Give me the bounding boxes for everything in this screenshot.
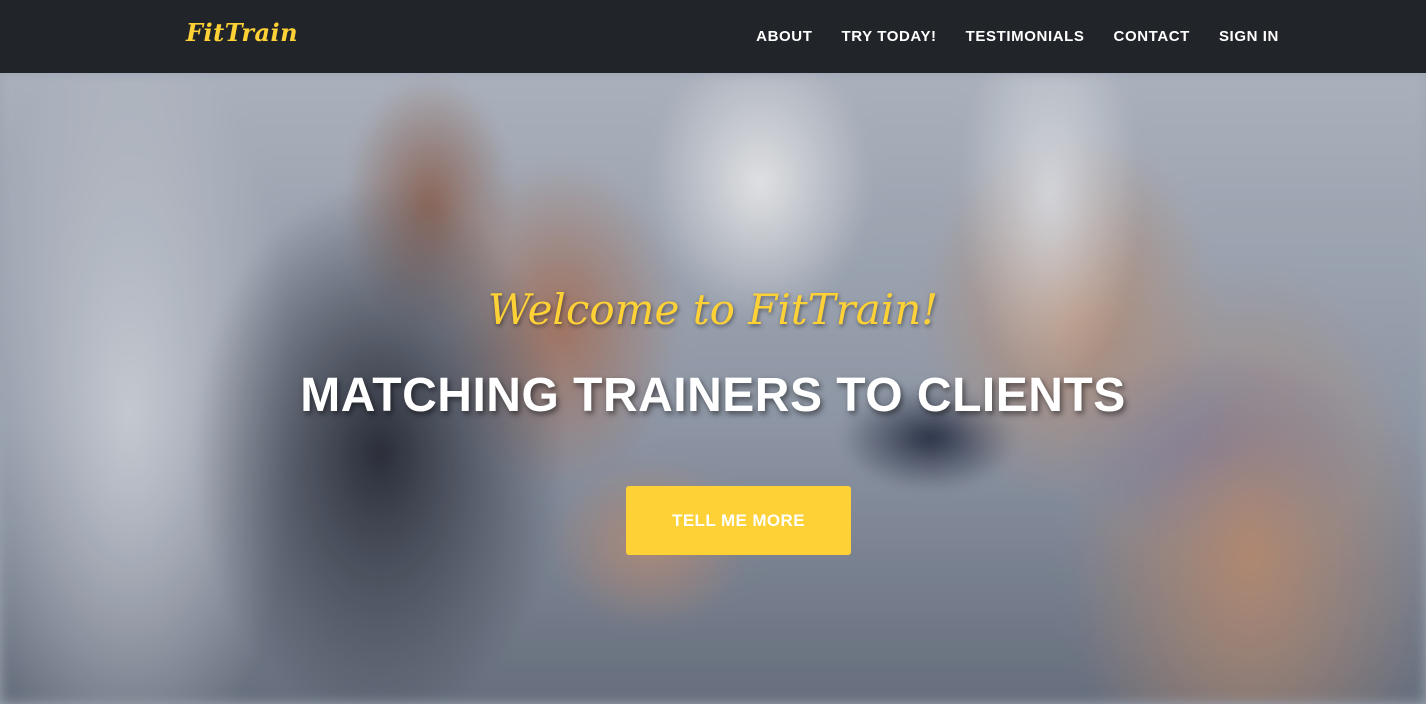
nav-link-about[interactable]: ABOUT	[742, 28, 827, 45]
nav-link-try-today[interactable]: TRY TODAY!	[827, 28, 951, 45]
nav-menu: ABOUT TRY TODAY! TESTIMONIALS CONTACT SI…	[742, 0, 1279, 73]
hero-heading: MATCHING TRAINERS TO CLIENTS	[300, 369, 1126, 422]
tell-me-more-button[interactable]: TELL ME MORE	[626, 486, 851, 555]
nav-item-testimonials: TESTIMONIALS	[951, 28, 1099, 45]
hero-lead-in: Welcome to FitTrain!	[487, 285, 939, 334]
nav-item-about: ABOUT	[742, 28, 827, 45]
top-navbar: FitTrain ABOUT TRY TODAY! TESTIMONIALS C…	[0, 0, 1426, 73]
hero-content: Welcome to FitTrain! MATCHING TRAINERS T…	[0, 73, 1426, 704]
brand-logo[interactable]: FitTrain	[186, 18, 298, 47]
hero-section: Welcome to FitTrain! MATCHING TRAINERS T…	[0, 73, 1426, 704]
nav-link-sign-in[interactable]: SIGN IN	[1204, 28, 1279, 45]
nav-item-sign-in: SIGN IN	[1204, 28, 1279, 45]
nav-link-testimonials[interactable]: TESTIMONIALS	[951, 28, 1099, 45]
nav-item-contact: CONTACT	[1099, 28, 1204, 45]
nav-item-try-today: TRY TODAY!	[827, 28, 951, 45]
nav-link-contact[interactable]: CONTACT	[1099, 28, 1204, 45]
